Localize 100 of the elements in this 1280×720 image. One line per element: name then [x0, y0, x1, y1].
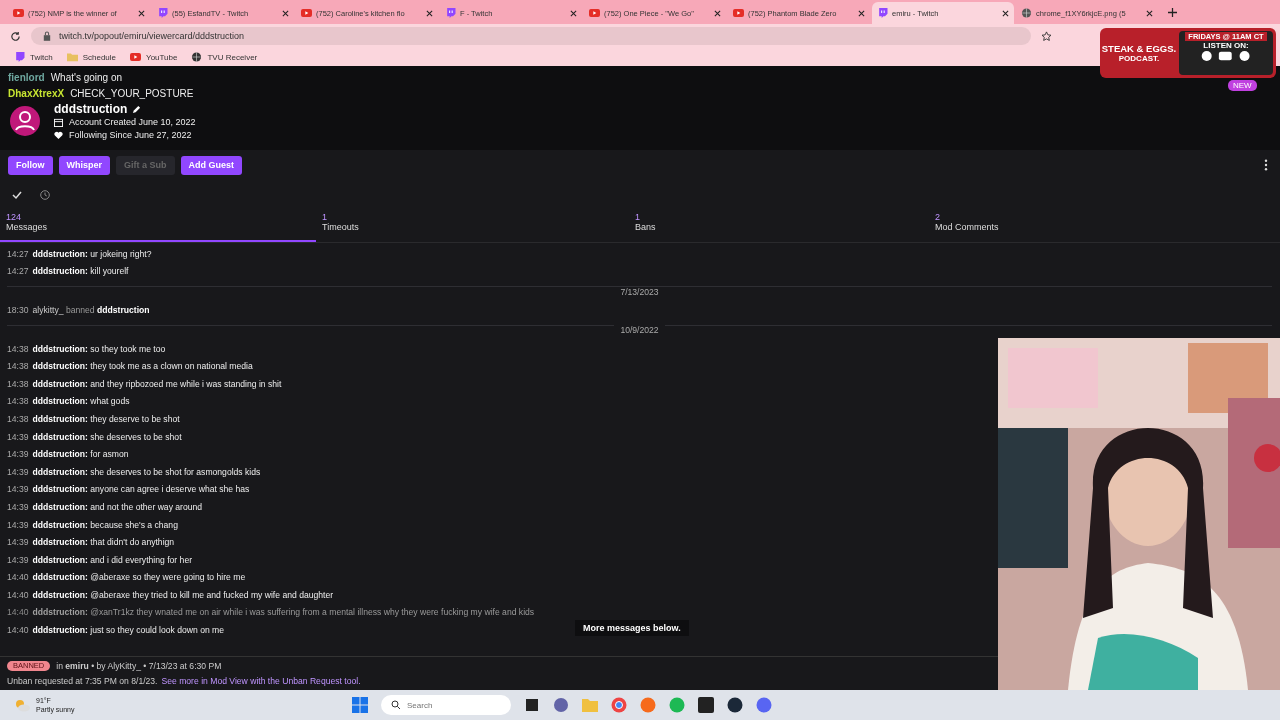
action-button[interactable]: Whisper	[58, 155, 110, 175]
chat-username: DhaxXtrexX	[8, 87, 65, 101]
platform-icons	[1201, 50, 1251, 62]
ban-detail: in emiru • by AlyKitty_ • 7/13/23 at 6:30 PM	[56, 661, 222, 671]
chat-message: dddstruction: @aberaxe they tried to kill me and fucked my wife and daughter	[32, 589, 334, 600]
chat-message: CHECK_YOUR_POSTURE	[70, 87, 194, 101]
weather-icon	[14, 698, 30, 712]
close-icon[interactable]	[426, 9, 433, 17]
timestamp: 14:40	[7, 572, 29, 583]
action-button[interactable]: Follow	[8, 155, 53, 175]
chat-message: dddstruction: @xanTr1kz they wnated me on air while i was suffering from a mental illness why they were fucking my wife and kids	[32, 607, 535, 618]
stats-tab[interactable]: 1 Timeouts	[316, 210, 629, 242]
youtube-icon	[13, 8, 24, 18]
timestamp: 14:39	[7, 554, 29, 565]
timestamp: 14:39	[7, 501, 29, 512]
stats-tab[interactable]: 2 Mod Comments	[929, 210, 1280, 242]
timestamp: 14:39	[7, 519, 29, 530]
chat-message: dddstruction: what gods	[32, 396, 130, 407]
youtube-icon	[733, 8, 744, 18]
username: dddstruction	[54, 102, 128, 116]
bookmark[interactable]: TVU Receiver	[191, 52, 258, 62]
youtube-icon	[301, 8, 312, 18]
unban-note: Unban requested at 7:35 PM on 8/1/23.	[7, 676, 158, 686]
chat-message: dddstruction: so they took me too	[32, 343, 166, 354]
avatar-icon	[10, 106, 40, 136]
timestamp: 14:38	[7, 413, 29, 424]
checkmark-icon[interactable]	[12, 190, 22, 200]
star-icon[interactable]	[1041, 30, 1052, 42]
pencil-icon[interactable]	[132, 104, 142, 114]
chat-message: dddstruction: and not the other way around	[32, 501, 203, 512]
chat-message: dddstruction: just so they could look down on me	[32, 625, 225, 636]
stats-tab[interactable]: 1 Bans	[629, 210, 929, 242]
timestamp: 14:40	[7, 607, 29, 618]
close-icon[interactable]	[858, 9, 865, 17]
heart-icon	[54, 131, 63, 140]
mod-action: alykitty_ banned dddstruction	[32, 305, 150, 315]
app-icon[interactable]	[727, 697, 743, 713]
close-icon[interactable]	[714, 9, 721, 17]
action-button[interactable]: Add Guest	[180, 155, 243, 175]
chat-message: dddstruction: and they ripbozoed me while i was standing in shit	[32, 378, 282, 389]
twitch-icon	[445, 8, 456, 18]
timestamp: 14:38	[7, 378, 29, 389]
timestamp: 14:39	[7, 449, 29, 460]
timestamp: 14:40	[7, 589, 29, 600]
new-badge: NEW	[1228, 80, 1257, 91]
address-bar[interactable]: twitch.tv/popout/emiru/viewercard/dddstruction	[31, 27, 1031, 45]
chat-message: dddstruction: ur jokeing right?	[32, 248, 152, 259]
timestamp: 14:38	[7, 396, 29, 407]
close-icon[interactable]	[570, 9, 577, 17]
reload-icon[interactable]	[10, 30, 21, 42]
mod-view-link[interactable]: See more in Mod View with the Unban Request tool.	[161, 676, 361, 686]
timestamp: 14:39	[7, 431, 29, 442]
chat-message: dddstruction: she deserves to be shot	[32, 431, 182, 442]
chat-message: dddstruction: they deserve to be shot	[32, 413, 180, 424]
chat-message: dddstruction: for asmon	[32, 449, 129, 460]
timestamp: 14:39	[7, 466, 29, 477]
chat-message: dddstruction: kill yourelf	[32, 266, 129, 277]
twitch-icon	[877, 8, 888, 18]
search-field[interactable]: Search	[381, 695, 511, 715]
timestamp: 14:27	[7, 248, 29, 259]
close-icon[interactable]	[138, 9, 145, 17]
timestamp: 14:27	[7, 266, 29, 277]
bookmark[interactable]: Schedule	[66, 52, 117, 62]
clock-icon[interactable]	[40, 190, 50, 200]
timestamp: 18:30	[7, 305, 29, 315]
calendar-icon	[54, 118, 63, 127]
globe-icon	[1021, 8, 1032, 18]
globe-icon	[191, 52, 203, 62]
timestamp: 14:39	[7, 484, 29, 495]
timestamp: 14:40	[7, 625, 29, 636]
start-icon[interactable]	[352, 697, 368, 713]
chat-message: dddstruction: that didn't do anythign	[32, 537, 175, 548]
chat-message: dddstruction: and i did everything for her	[32, 554, 193, 565]
chat-message: dddstruction: they took me as a clown on national media	[32, 361, 253, 372]
folder-icon	[66, 52, 78, 62]
account-created: Account Created June 10, 2022	[69, 116, 196, 129]
timestamp: 14:39	[7, 537, 29, 548]
youtube-icon	[130, 52, 142, 62]
chat-username: fienlord	[8, 71, 45, 85]
twitch-icon	[14, 52, 25, 62]
bookmark[interactable]: Twitch	[14, 52, 53, 62]
close-icon[interactable]	[1146, 9, 1153, 17]
chat-message: What's going on	[50, 71, 123, 85]
chat-message: dddstruction: anyone can agree i deserve what she has	[32, 484, 250, 495]
close-icon[interactable]	[1002, 9, 1009, 17]
youtube-icon	[589, 8, 600, 18]
timestamp: 14:38	[7, 343, 29, 354]
lock-icon	[43, 31, 51, 41]
close-icon[interactable]	[282, 9, 289, 17]
following-since: Following Since June 27, 2022	[69, 129, 192, 142]
timestamp: 14:38	[7, 361, 29, 372]
search-icon	[391, 700, 401, 710]
more-messages-banner[interactable]: More messages below.	[575, 620, 689, 636]
app-icon[interactable]	[524, 697, 540, 713]
bookmark[interactable]: YouTube	[130, 52, 178, 62]
chat-message: dddstruction: she deserves to be shot for asmongolds kids	[32, 466, 261, 477]
chat-message: dddstruction: @aberaxe so they were going to hire me	[32, 572, 246, 583]
twitch-icon	[157, 8, 168, 18]
more-options-icon[interactable]	[1264, 159, 1268, 171]
new-tab-icon[interactable]	[1168, 8, 1177, 17]
